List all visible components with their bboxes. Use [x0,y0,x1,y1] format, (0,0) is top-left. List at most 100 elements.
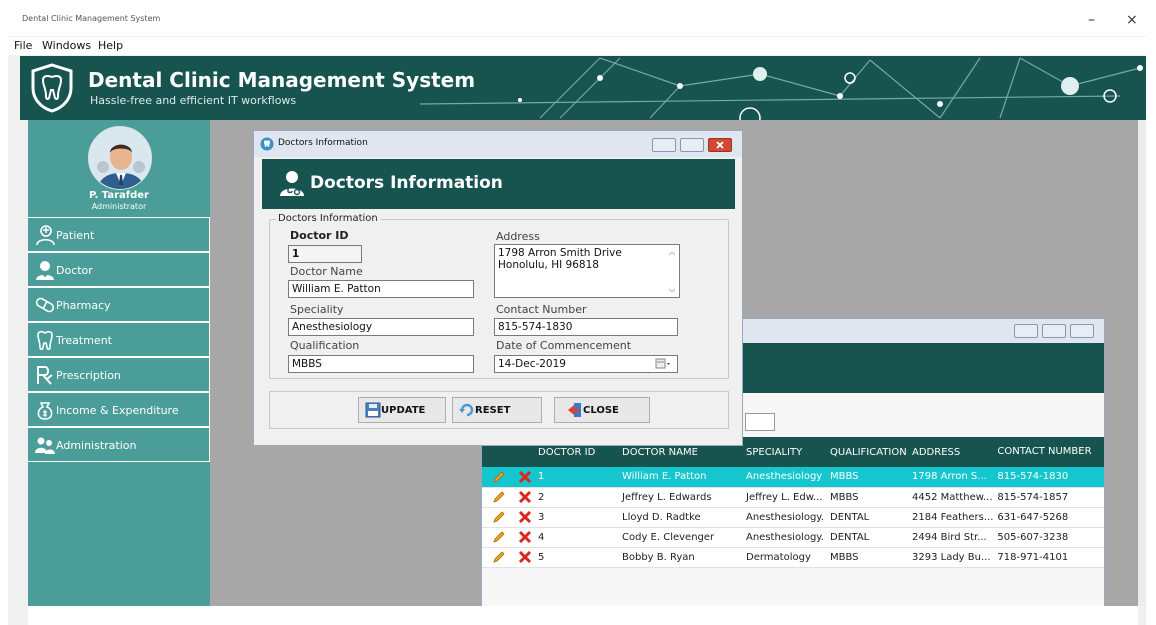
row-actions [482,547,534,568]
speciality-field[interactable] [288,318,474,336]
column-address[interactable]: ADDRESS [908,437,994,467]
delete-x-icon[interactable] [518,470,532,484]
cell-address: 1798 Arron S... [908,467,994,488]
dialog-maximize-button[interactable] [680,138,704,152]
address-scrollbar[interactable] [667,249,677,295]
sidebar-item-label: Doctor [56,264,93,277]
doctor-table: DOCTOR ID DOCTOR NAME SPECIALITY QUALIFI… [482,437,1104,568]
sidebar-item-pharmacy[interactable]: Pharmacy [28,287,210,322]
list-maximize-button[interactable] [1042,324,1066,338]
column-contact-number[interactable]: CONTACT NUMBER [993,437,1104,467]
cell-doctor-id: 5 [534,547,618,568]
cell-doctor-id: 4 [534,527,618,548]
tooth-icon [37,330,53,351]
close-button-label: CLOSE [583,405,619,416]
delete-x-icon[interactable] [518,490,532,504]
dialog-window-title: Doctors Information [278,138,368,148]
money-bag-icon [37,402,53,420]
calendar-dropdown-icon[interactable] [655,358,673,370]
dialog-header: Doctors Information [262,159,735,209]
cell-contact-number: 718-971-4101 [993,547,1104,568]
address-field[interactable]: 1798 Arron Smith Drive Honolulu, HI 9681… [494,244,680,298]
delete-x-icon[interactable] [518,550,532,564]
doctor-icon [36,261,54,280]
table-row[interactable]: 2 Jeffrey L. Edwards Jeffrey L. Edw... MBBS… [482,487,1104,508]
user-avatar-icon [89,127,151,189]
dialog-titlebar: Doctors Information [254,131,742,157]
cell-qualification: DENTAL [826,507,908,528]
cell-speciality: Anesthesiology [742,467,826,488]
contact-number-label: Contact Number [496,303,587,316]
doctor-name-label: Doctor Name [290,265,363,278]
tooth-shield-icon [31,63,73,113]
application-window: Dental Clinic Management System – × File… [8,0,1146,625]
sidebar: P. Tarafder Administrator Patient Doctor [28,120,210,606]
menu-help[interactable]: Help [98,39,123,52]
dialog-header-title: Doctors Information [310,173,503,193]
reset-button[interactable]: RESET [452,397,542,423]
row-actions [482,487,534,508]
network-decoration [420,57,1143,120]
table-row[interactable]: 3 Lloyd D. Radtke Anesthesiology. DENTAL 218… [482,507,1104,528]
contact-number-field[interactable] [494,318,678,336]
doctor-search-input[interactable] [745,413,775,431]
table-row[interactable]: 4 Cody E. Clevenger Anesthesiology. DENTAL 2… [482,527,1104,548]
close-button[interactable]: CLOSE [554,397,650,423]
date-value: 14-Dec-2019 [498,358,566,370]
pill-icon [35,297,55,313]
cell-qualification: DENTAL [826,527,908,548]
cell-doctor-name: Lloyd D. Radtke [618,507,742,528]
qualification-field[interactable] [288,355,474,373]
column-qualification[interactable]: QUALIFICATION [826,437,908,467]
update-button[interactable]: UPDATE [358,397,446,423]
workspace-scrollbar[interactable] [1138,120,1146,606]
edit-pencil-icon[interactable] [492,550,506,564]
cell-doctor-id: 2 [534,487,618,508]
sidebar-item-prescription[interactable]: Prescription [28,357,210,392]
sidebar-item-treatment[interactable]: Treatment [28,322,210,357]
cell-doctor-name: William E. Patton [618,467,742,488]
reset-icon [459,403,474,417]
app-title: Dental Clinic Management System [88,68,476,92]
status-bar [28,606,1138,625]
update-button-label: UPDATE [381,405,426,416]
edit-pencil-icon[interactable] [492,470,506,484]
sidebar-item-administration[interactable]: Administration [28,427,210,462]
sidebar-item-label: Treatment [56,334,112,347]
dialog-button-panel: UPDATE RESET CLOSE [269,391,729,429]
delete-x-icon[interactable] [518,510,532,524]
sidebar-item-label: Pharmacy [56,299,111,312]
dialog-minimize-button[interactable] [652,138,676,152]
edit-pencil-icon[interactable] [492,490,506,504]
date-of-commencement-picker[interactable]: 14-Dec-2019 [494,355,678,373]
list-minimize-button[interactable] [1014,324,1038,338]
sidebar-item-income-expenditure[interactable]: Income & Expenditure [28,392,210,427]
cell-speciality: Jeffrey L. Edw... [742,487,826,508]
delete-x-icon[interactable] [518,530,532,544]
address-line-2: Honolulu, HI 96818 [498,259,599,271]
cell-qualification: MBBS [826,467,908,488]
menu-file[interactable]: File [14,39,32,52]
sidebar-item-patient[interactable]: Patient [28,217,210,252]
minimize-button[interactable]: – [1088,12,1095,28]
table-row[interactable]: 1 William E. Patton Anesthesiology MBBS 1798… [482,467,1104,488]
user-name: P. Tarafder [89,190,149,201]
sidebar-item-label: Prescription [56,369,121,382]
app-subtitle: Hassle-free and efficient IT workflows [90,94,297,107]
groupbox-title: Doctors Information [276,213,380,224]
doctor-id-field[interactable] [288,245,362,263]
table-row[interactable]: 5 Bobby B. Ryan Dermatology MBBS 3293 Lady B… [482,547,1104,568]
menu-windows[interactable]: Windows [42,39,91,52]
sidebar-item-doctor[interactable]: Doctor [28,252,210,287]
cell-doctor-id: 3 [534,507,618,528]
cell-speciality: Anesthesiology. [742,527,826,548]
close-window-button[interactable]: × [1126,12,1138,28]
cell-address: 4452 Matthew... [908,487,994,508]
edit-pencil-icon[interactable] [492,510,506,524]
save-icon [365,402,381,418]
dialog-close-button[interactable] [708,138,732,152]
column-speciality[interactable]: SPECIALITY [742,437,826,467]
edit-pencil-icon[interactable] [492,530,506,544]
doctor-name-field[interactable] [288,280,474,298]
list-close-button[interactable] [1070,324,1094,338]
